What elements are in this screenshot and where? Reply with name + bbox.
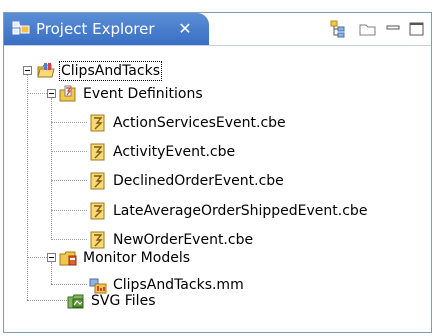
tree-connector [51, 210, 87, 211]
tree-item-svg-files[interactable]: SVG Files [67, 290, 156, 312]
tree-connector [27, 70, 28, 300]
tree-connector [51, 122, 87, 123]
tree-item-file[interactable]: DeclinedOrderEvent.cbe [89, 170, 285, 192]
tree-connector [51, 239, 87, 240]
tab-project-explorer[interactable]: Project Explorer ✕ [4, 13, 209, 45]
tree-connector [51, 98, 52, 240]
tree-connector [27, 93, 47, 94]
tree-item-label: SVG Files [91, 293, 156, 309]
expander-monitor-models[interactable] [47, 253, 56, 262]
tree-connector [51, 262, 52, 284]
link-with-editor-icon[interactable] [328, 19, 348, 39]
tree-item-project[interactable]: ClipsAndTacks [37, 60, 162, 82]
tree-item-file[interactable]: LateAverageOrderShippedEvent.cbe [89, 200, 368, 222]
tree-connector [27, 300, 67, 301]
tree-item-label: Event Definitions [83, 86, 203, 102]
tree-connector [51, 284, 87, 285]
tree-item-label: ActionServicesEvent.cbe [113, 115, 286, 131]
maximize-icon[interactable] [407, 19, 427, 39]
tree-item-label: ActivityEvent.cbe [113, 144, 236, 160]
minimize-icon[interactable] [384, 19, 404, 39]
tab-title: Project Explorer [36, 20, 155, 38]
project-explorer-view: Project Explorer ✕ ClipsAndTacks Event D… [3, 12, 432, 333]
cbe-file-icon [90, 172, 105, 190]
project-folder-icon [37, 63, 55, 78]
tree-connector [27, 257, 47, 258]
tree-item-label: LateAverageOrderShippedEvent.cbe [113, 203, 368, 219]
close-icon[interactable]: ✕ [176, 19, 194, 39]
cbe-file-icon [90, 202, 105, 220]
view-titlebar: Project Explorer ✕ [4, 13, 431, 46]
tree-item-label: ClipsAndTacks [59, 61, 162, 81]
cbe-file-icon [90, 143, 105, 161]
tree-item-event-definitions[interactable]: Event Definitions [59, 83, 204, 105]
cbe-file-icon [90, 114, 105, 132]
tree-item-file[interactable]: ActionServicesEvent.cbe [89, 112, 287, 134]
event-folder-icon [59, 85, 76, 102]
tree-item-monitor-models[interactable]: Monitor Models [59, 247, 191, 269]
expander-event-definitions[interactable] [47, 89, 56, 98]
project-explorer-icon [12, 21, 30, 35]
tree-connector [51, 151, 87, 152]
tree-item-label: Monitor Models [83, 250, 190, 266]
tree-connector [51, 180, 87, 181]
monitor-folder-icon [59, 251, 77, 266]
tree-item-file[interactable]: ActivityEvent.cbe [89, 141, 236, 163]
collapse-all-icon[interactable] [358, 19, 378, 39]
tree-item-label: DeclinedOrderEvent.cbe [113, 173, 284, 189]
svg-folder-icon [67, 294, 84, 309]
project-tree[interactable]: ClipsAndTacks Event Definitions ActionSe… [4, 46, 431, 332]
expander-project[interactable] [23, 66, 32, 75]
